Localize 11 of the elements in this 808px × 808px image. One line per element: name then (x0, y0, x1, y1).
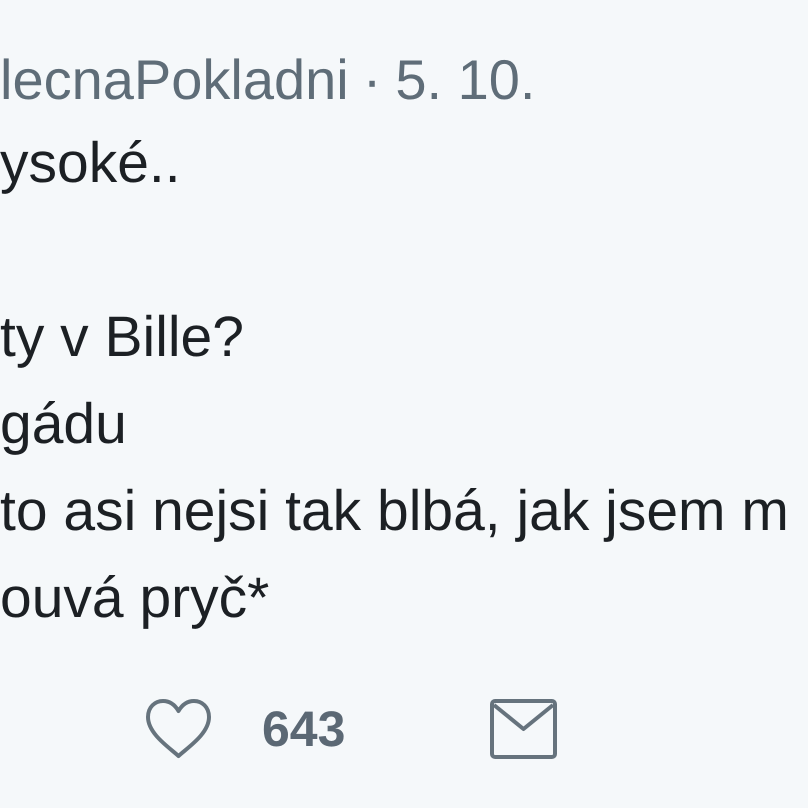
like-count: 643 (262, 700, 346, 759)
tweet-text-line: ouvá pryč* (0, 565, 270, 632)
author-handle[interactable]: lecnaPokladni (0, 45, 349, 115)
tweet-text-line: to asi nejsi tak blbá, jak jsem m (0, 478, 789, 545)
heart-icon[interactable] (145, 698, 212, 760)
envelope-icon[interactable] (490, 699, 558, 759)
separator-dot: · (362, 47, 382, 113)
tweet-text-line: ysoké.. (0, 130, 181, 197)
tweet-text-line: ty v Bille? (0, 304, 244, 371)
tweet-text-line: gádu (0, 391, 127, 458)
tweet-date[interactable]: 5. 10. (395, 45, 536, 115)
